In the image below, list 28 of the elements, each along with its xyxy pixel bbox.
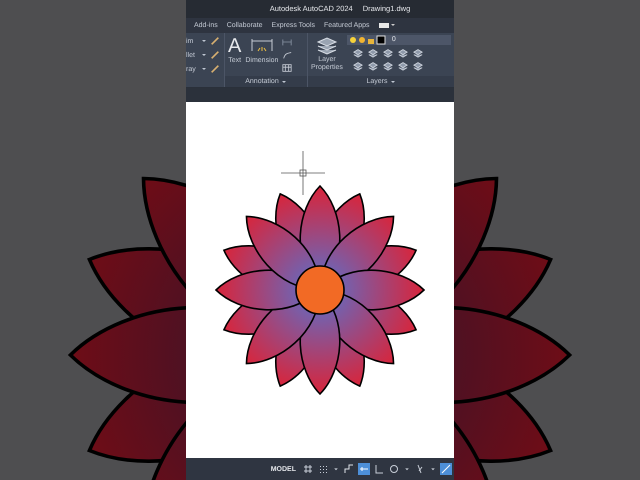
snap-icon[interactable]: [317, 463, 329, 476]
linear-dimension-icon[interactable]: [282, 36, 292, 47]
workspace-icon[interactable]: [378, 22, 396, 28]
layer-tool-icon[interactable]: [382, 48, 393, 58]
caret-icon[interactable]: [201, 38, 207, 44]
polar-icon[interactable]: [388, 463, 400, 476]
ortho-icon[interactable]: [373, 463, 385, 476]
table-icon[interactable]: [282, 62, 292, 73]
layer-tool-icon[interactable]: [368, 60, 378, 71]
leader-icon[interactable]: [282, 50, 292, 60]
caret-icon[interactable]: [280, 78, 287, 85]
layer-tool-icon[interactable]: [412, 60, 423, 71]
layer-tool-icon[interactable]: [382, 60, 393, 71]
caret-icon[interactable]: [201, 66, 207, 72]
layer-tool-icon[interactable]: [368, 48, 378, 58]
tool-icon[interactable]: [210, 50, 220, 60]
layers-stack-icon: [316, 36, 338, 56]
caret-icon[interactable]: [390, 78, 396, 85]
caret-icon[interactable]: [201, 52, 207, 58]
tool-icon[interactable]: [210, 64, 220, 74]
tool-icon[interactable]: [210, 36, 220, 46]
layer-tool-icon[interactable]: [352, 48, 363, 58]
grid-icon[interactable]: [302, 463, 314, 476]
layer-tool-icon[interactable]: [398, 48, 408, 58]
layer-tool-icon[interactable]: [412, 48, 423, 58]
layer-tool-icon[interactable]: [398, 60, 408, 71]
crosshair-cursor-icon: [281, 151, 325, 196]
layer-tool-icon[interactable]: [352, 60, 363, 71]
